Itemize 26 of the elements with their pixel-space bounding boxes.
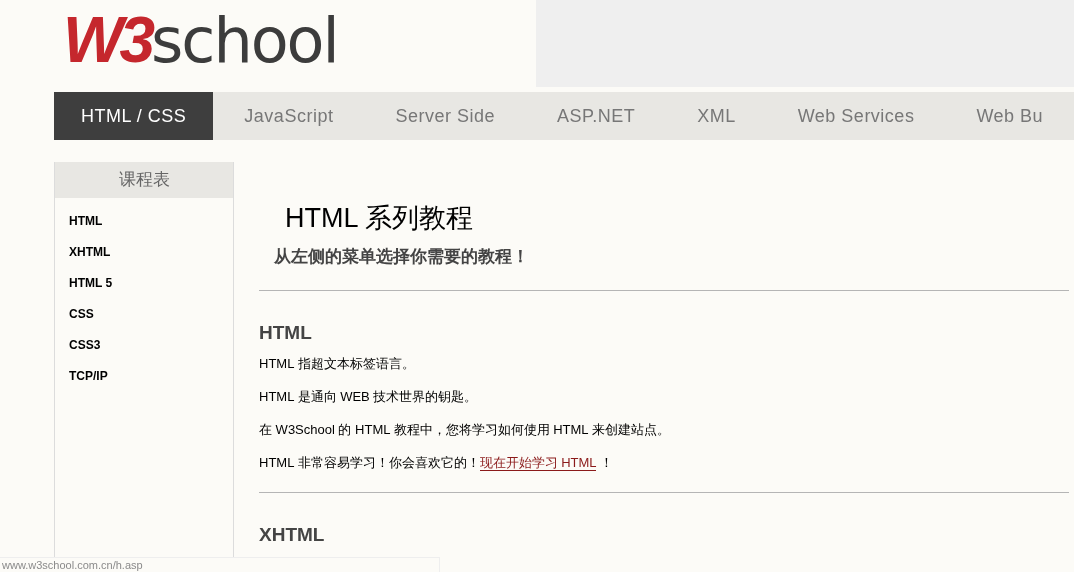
paragraph: HTML 是通向 WEB 技术世界的钥匙。 xyxy=(259,387,478,406)
nav-tab[interactable]: HTML / CSS xyxy=(54,92,214,140)
page-subtitle: 从左侧的菜单选择你需要的教程！ xyxy=(273,246,530,268)
nav-tab[interactable]: Web Services xyxy=(766,92,946,140)
section-heading: XHTML xyxy=(259,522,326,547)
nav-tab[interactable]: JavaScript xyxy=(213,92,365,140)
nav-tab[interactable]: XML xyxy=(666,92,767,140)
nav-tab[interactable]: Web Bu xyxy=(945,92,1074,140)
sidebar-link[interactable]: TCP/IP xyxy=(69,368,108,385)
nav-tab[interactable]: Server Side xyxy=(364,92,526,140)
sidebar-link[interactable]: HTML 5 xyxy=(69,275,113,292)
paragraph: 在 W3School 的 HTML 教程中，您将学习如何使用 HTML 来创建站点。 xyxy=(259,420,670,439)
sidebar-link[interactable]: HTML xyxy=(69,213,103,230)
sidebar-title: 课程表 xyxy=(55,162,233,198)
sidebar-link[interactable]: CSS3 xyxy=(69,337,101,354)
status-url: www.w3school.com.cn/h.asp xyxy=(0,557,440,572)
page-title: HTML 系列教程 xyxy=(284,202,474,234)
start-learning-link[interactable]: 现在开始学习 HTML xyxy=(479,454,597,471)
logo-text[interactable]: school xyxy=(151,10,338,72)
paragraph: HTML 非常容易学习！你会喜欢它的！现在开始学习 HTML ！ xyxy=(259,453,613,472)
section-heading: HTML xyxy=(259,320,313,345)
logo-text[interactable]: W3 xyxy=(63,8,151,72)
sidebar-link[interactable]: XHTML xyxy=(69,244,111,261)
paragraph: HTML 指超文本标签语言。 xyxy=(259,354,415,373)
nav-tab[interactable]: ASP.NET xyxy=(525,92,667,140)
sidebar-link[interactable]: CSS xyxy=(69,306,94,323)
